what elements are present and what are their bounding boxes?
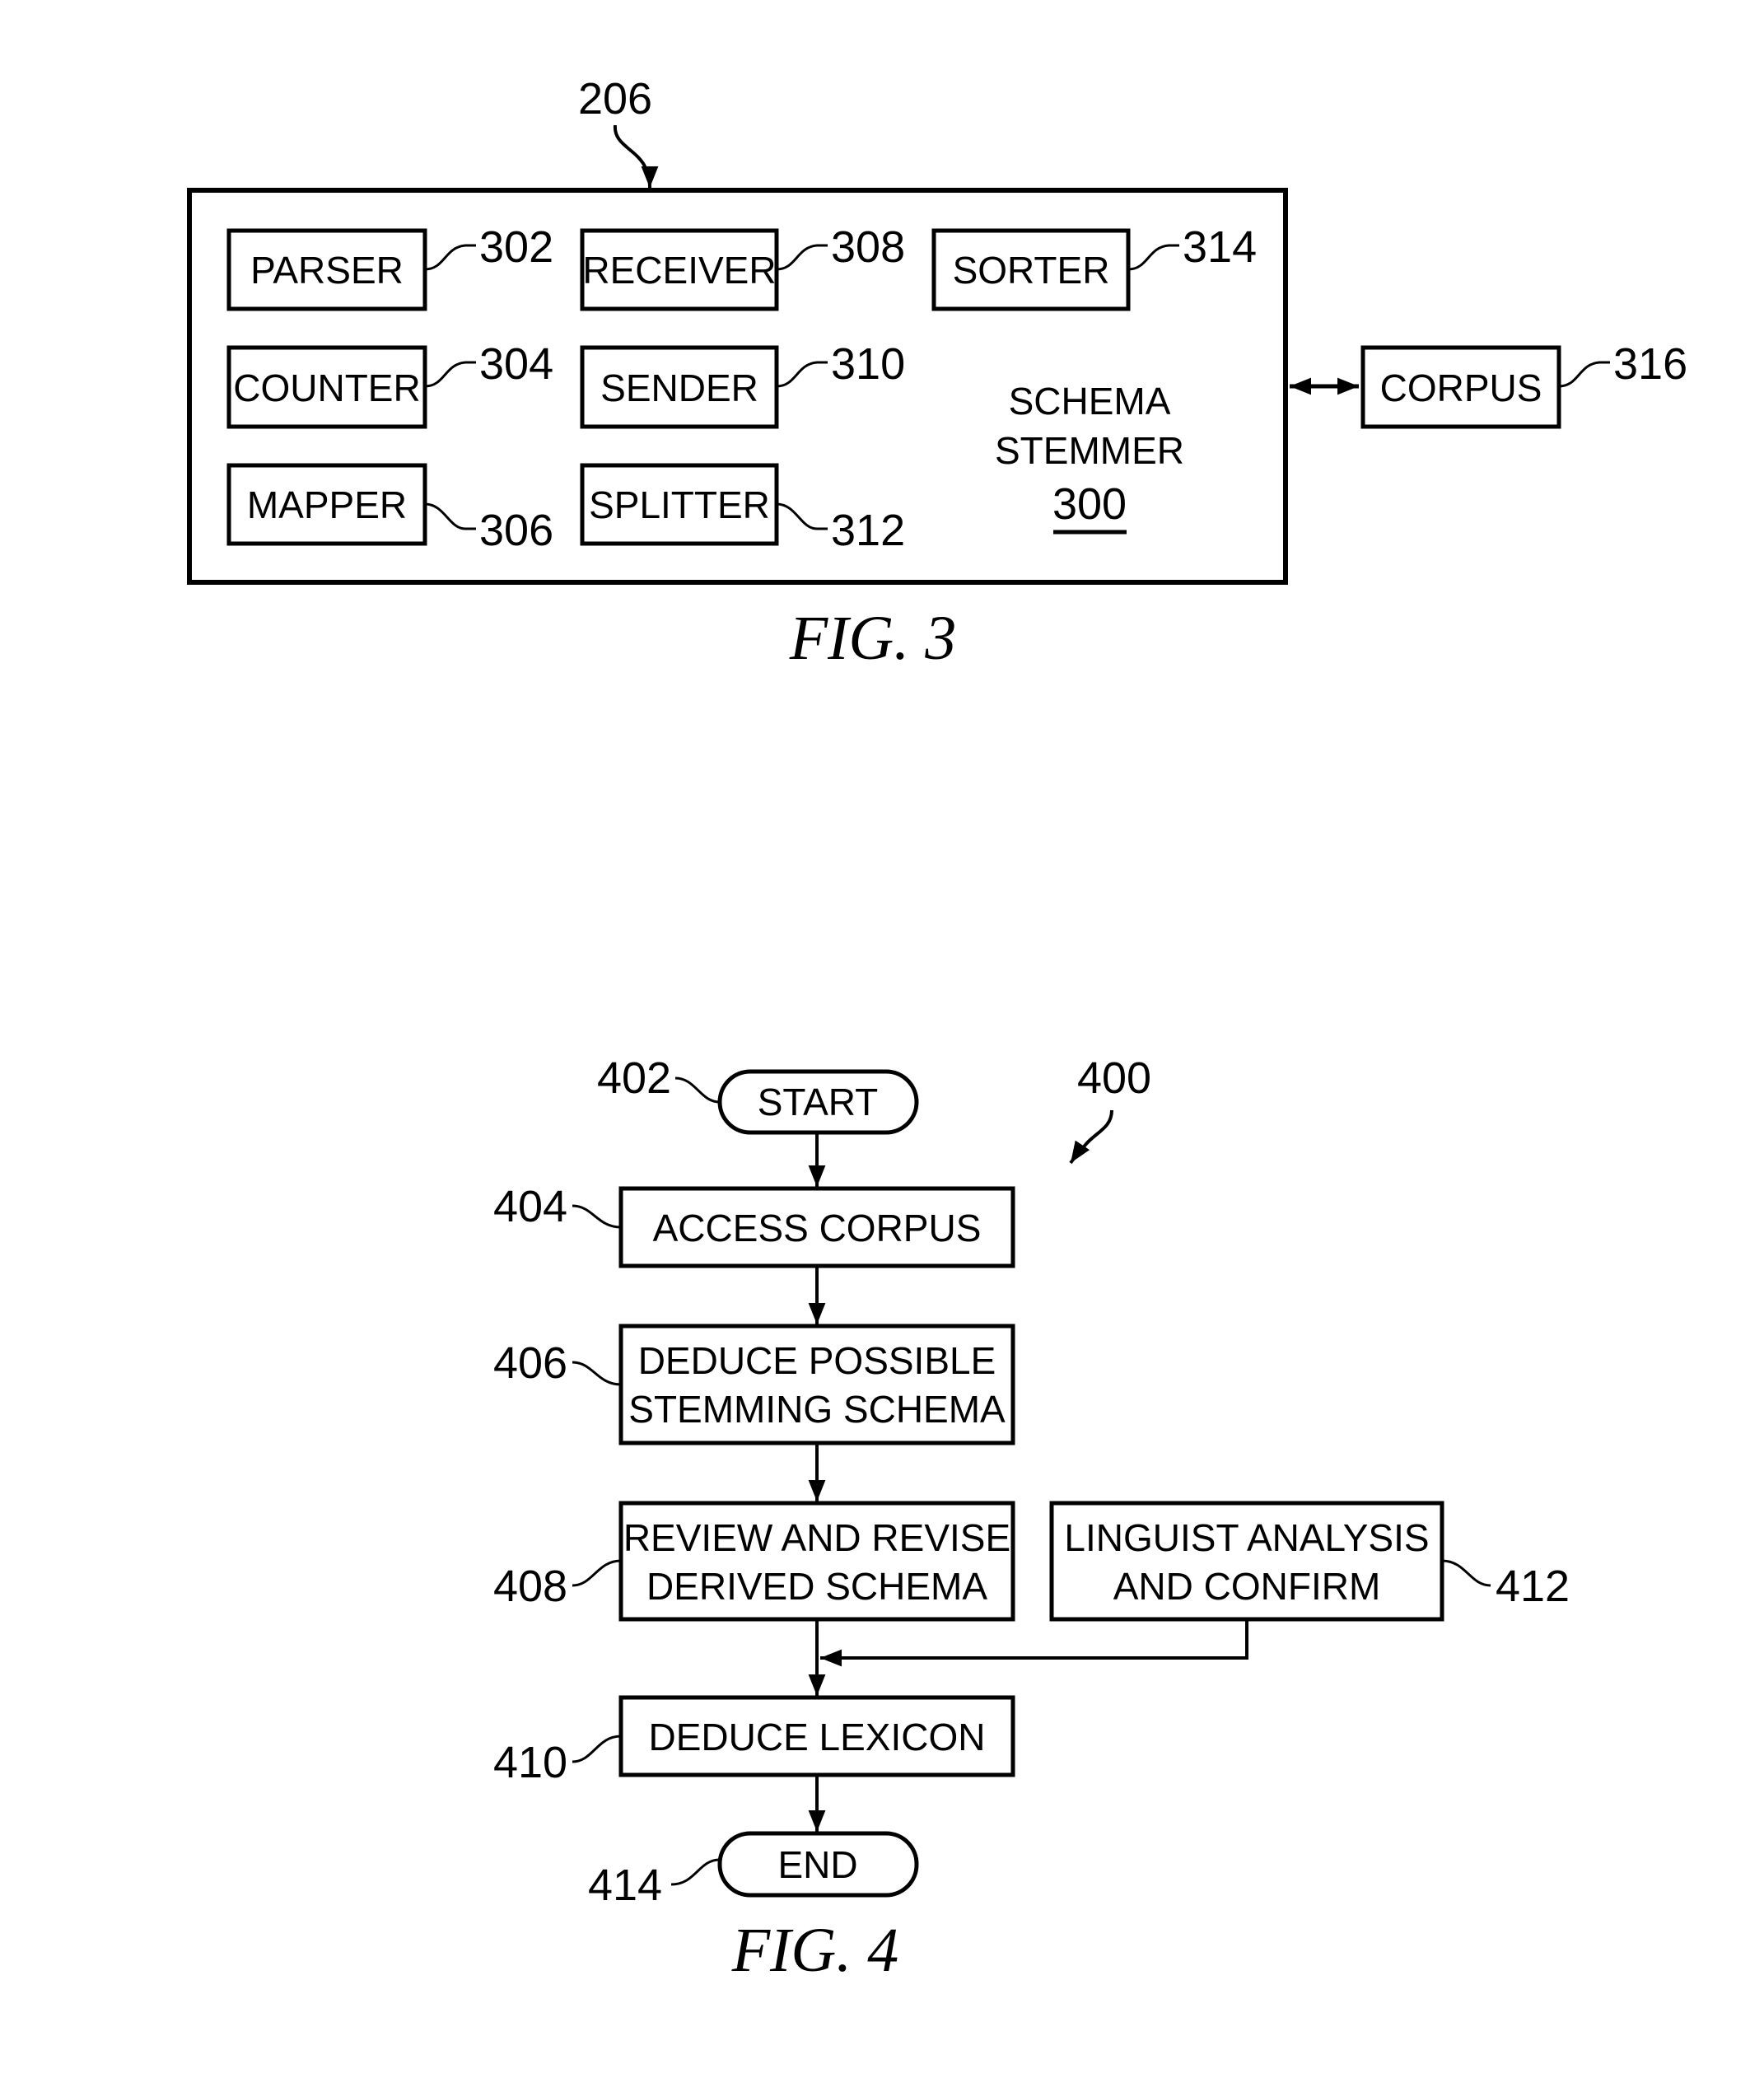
module-splitter[interactable]: SPLITTER	[580, 463, 779, 546]
ref-314: 314	[1183, 222, 1257, 272]
ref-400: 400	[1077, 1053, 1151, 1103]
patent-drawing: 206 PARSER 302 COUNTER 304 MAPPER 306 RE…	[187, 74, 1687, 1985]
step-406-line1: DEDUCE POSSIBLE	[638, 1339, 996, 1382]
figure-4-caption: FIG. 4	[731, 1916, 899, 1985]
schema-stemmer-title-line1: SCHEMA	[1009, 380, 1171, 423]
arrow-412-to-merge	[820, 1619, 1248, 1667]
figure-4: 400 START 402 ACCESS CORPUS 404 DEDUCE P…	[493, 1053, 1570, 1985]
step-deduce-lexicon[interactable]: DEDUCE LEXICON	[618, 1695, 1015, 1777]
end-label: END	[777, 1843, 857, 1886]
module-sender-label: SENDER	[600, 367, 758, 409]
step-410-text: DEDUCE LEXICON	[649, 1716, 986, 1758]
schema-stemmer-number: 300	[1052, 479, 1127, 529]
leader-414	[670, 1858, 721, 1886]
ref-206: 206	[578, 74, 652, 124]
module-counter-label: COUNTER	[233, 367, 420, 409]
ref-304: 304	[479, 339, 553, 389]
module-parser[interactable]: PARSER	[226, 228, 427, 311]
step-access-corpus[interactable]: ACCESS CORPUS	[618, 1186, 1015, 1268]
ref-306: 306	[479, 506, 553, 555]
end-terminal[interactable]: END	[717, 1831, 919, 1898]
step-linguist-analysis[interactable]: LINGUIST ANALYSIS AND CONFIRM	[1049, 1501, 1444, 1622]
ref-402: 402	[597, 1053, 671, 1103]
step-406-line2: STEMMING SCHEMA	[628, 1388, 1006, 1431]
module-mapper[interactable]: MAPPER	[226, 463, 427, 546]
module-sorter-label: SORTER	[953, 249, 1110, 292]
module-receiver-label: RECEIVER	[582, 249, 776, 292]
ref-302: 302	[479, 222, 553, 272]
ref-312: 312	[831, 506, 905, 555]
start-terminal[interactable]: START	[717, 1069, 919, 1135]
module-parser-label: PARSER	[250, 249, 404, 292]
module-sorter[interactable]: SORTER	[931, 228, 1131, 311]
corpus-label: CORPUS	[1380, 367, 1542, 409]
ref-404: 404	[493, 1182, 567, 1231]
ref-412: 412	[1496, 1562, 1570, 1611]
step-review-revise[interactable]: REVIEW AND REVISE DERIVED SCHEMA	[618, 1501, 1015, 1622]
figure-3: 206 PARSER 302 COUNTER 304 MAPPER 306 RE…	[187, 74, 1687, 673]
step-412-line2: AND CONFIRM	[1113, 1565, 1381, 1608]
module-receiver[interactable]: RECEIVER	[580, 228, 779, 311]
leader-406	[572, 1361, 622, 1386]
step-404-text: ACCESS CORPUS	[653, 1207, 982, 1249]
step-408-line2: DERIVED SCHEMA	[646, 1565, 987, 1608]
leader-402	[674, 1076, 721, 1104]
leader-412	[1441, 1559, 1491, 1587]
ref-316: 316	[1613, 339, 1687, 389]
step-408-line1: REVIEW AND REVISE	[623, 1516, 1010, 1559]
step-deduce-schema[interactable]: DEDUCE POSSIBLE STEMMING SCHEMA	[618, 1324, 1015, 1445]
figure-3-caption: FIG. 3	[789, 604, 957, 673]
start-label: START	[758, 1081, 879, 1123]
corpus-box[interactable]: CORPUS	[1360, 345, 1561, 429]
ref-308: 308	[831, 222, 905, 272]
ref-414: 414	[588, 1861, 662, 1910]
ref-406: 406	[493, 1338, 567, 1388]
leader-410	[572, 1735, 622, 1763]
module-splitter-label: SPLITTER	[589, 483, 770, 526]
schema-stemmer-title-line2: STEMMER	[995, 429, 1184, 472]
leader-404	[572, 1204, 622, 1229]
step-412-line1: LINGUIST ANALYSIS	[1064, 1516, 1429, 1559]
module-counter[interactable]: COUNTER	[226, 345, 427, 429]
ref-206-arrow	[613, 124, 659, 189]
ref-408: 408	[493, 1562, 567, 1611]
module-sender[interactable]: SENDER	[580, 345, 779, 429]
leader-316	[1558, 361, 1610, 388]
ref-310: 310	[831, 339, 905, 389]
ref-400-arrow	[1069, 1109, 1113, 1165]
ref-410: 410	[493, 1738, 567, 1787]
module-mapper-label: MAPPER	[247, 483, 407, 526]
leader-408	[572, 1559, 622, 1587]
